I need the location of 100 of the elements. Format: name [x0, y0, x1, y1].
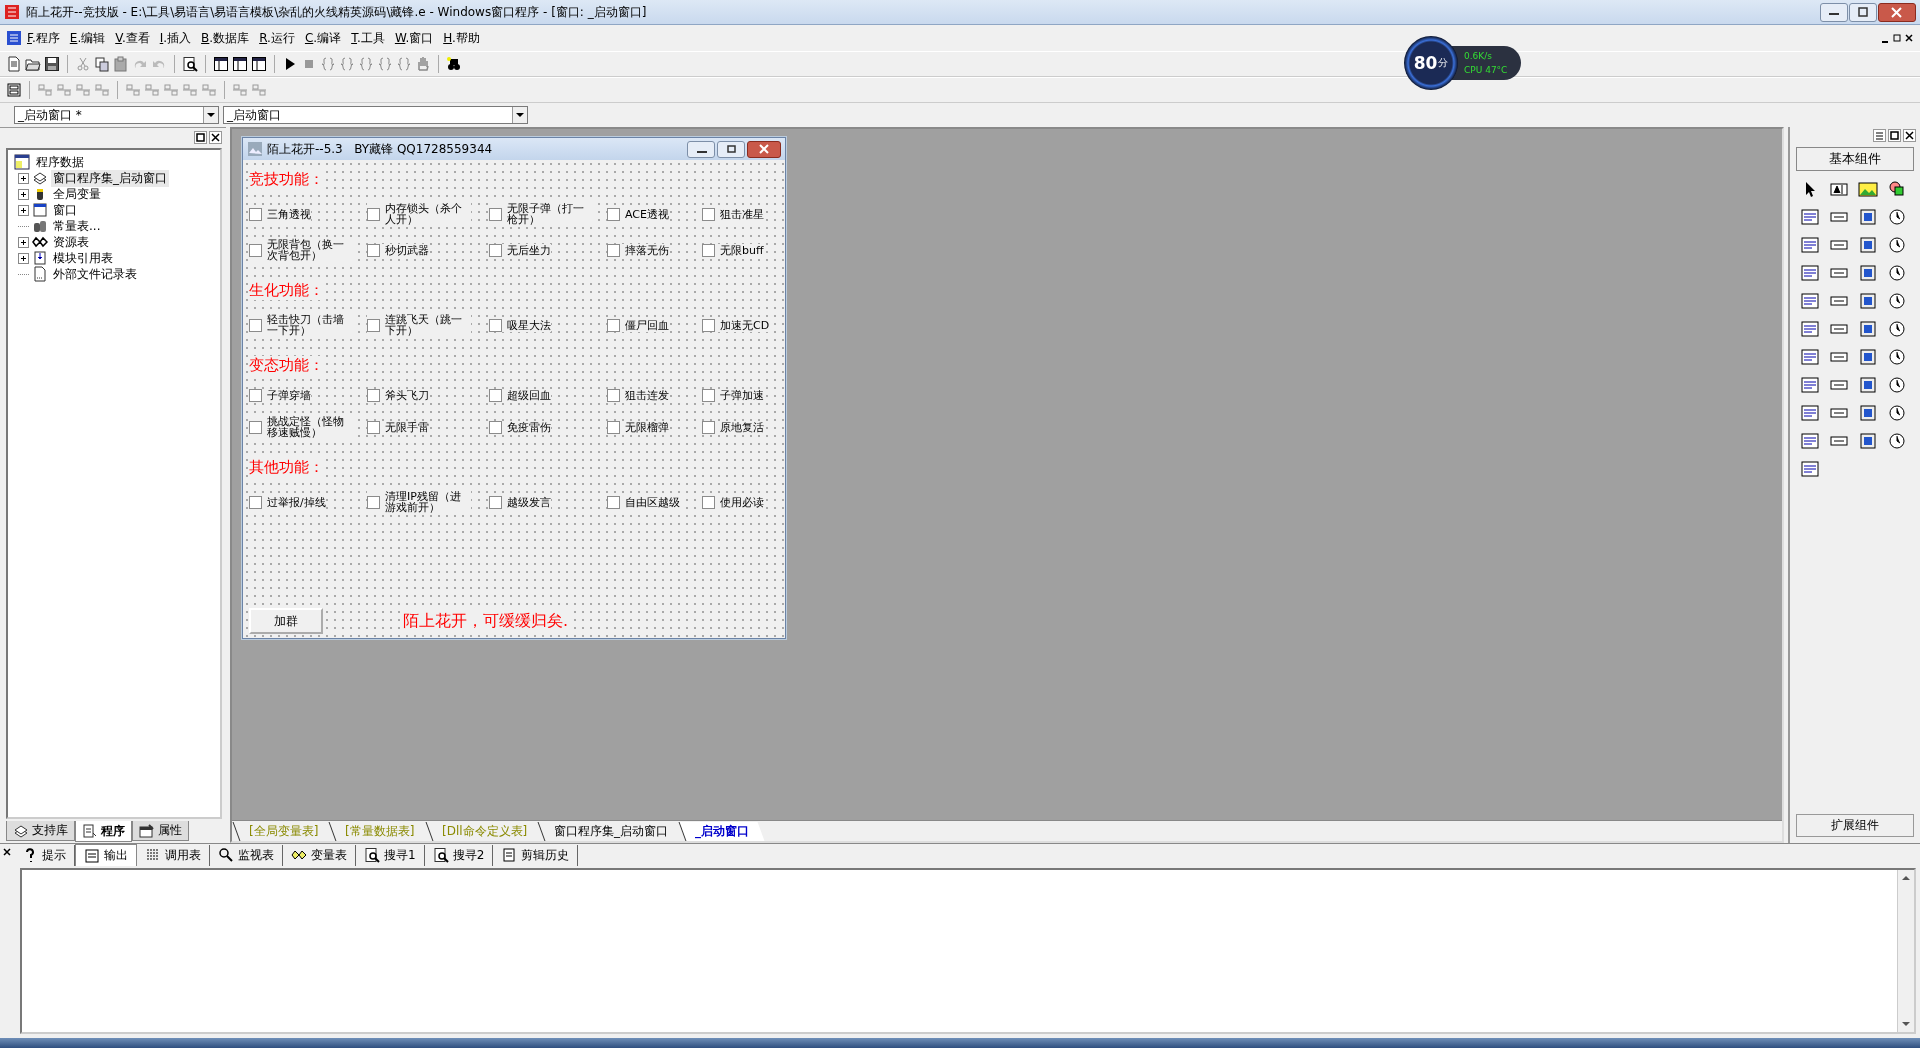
expand-icon[interactable] — [18, 172, 29, 184]
checkbox[interactable] — [249, 495, 262, 509]
tree-item[interactable]: 常量表... — [51, 217, 103, 235]
minimize-icon[interactable] — [687, 140, 715, 158]
scrollbar[interactable] — [1897, 870, 1914, 1032]
menu-item[interactable]: C.编译 — [299, 27, 347, 49]
menu-item[interactable]: T.工具 — [346, 27, 390, 49]
checkbox[interactable] — [367, 318, 380, 332]
checkbox[interactable] — [607, 420, 620, 434]
tree-item[interactable]: 窗口 — [51, 201, 79, 219]
code-icon[interactable] — [339, 56, 355, 72]
component-icon[interactable] — [1858, 403, 1878, 423]
checkbox[interactable] — [489, 207, 502, 221]
save-icon[interactable] — [44, 56, 60, 72]
clipboard-icon[interactable] — [113, 56, 129, 72]
component-icon[interactable] — [1858, 235, 1878, 255]
code-icon[interactable] — [320, 56, 336, 72]
checkbox[interactable] — [249, 389, 262, 402]
menu-item[interactable]: F.程序 — [22, 27, 65, 49]
close-icon[interactable] — [1903, 129, 1916, 142]
tree-item[interactable]: 窗口程序集_启动窗口 — [51, 169, 169, 187]
open-folder-icon[interactable] — [25, 56, 41, 72]
output-tab[interactable]: 剪辑历史 — [493, 844, 579, 866]
component-icon[interactable] — [1858, 291, 1878, 311]
dropdown[interactable]: _启动窗口 — [223, 106, 528, 124]
component-icon[interactable] — [1858, 375, 1878, 395]
close-icon[interactable] — [747, 140, 781, 158]
component-icon[interactable] — [1858, 347, 1878, 367]
output-tab[interactable]: 监视表 — [210, 844, 283, 866]
menu-item[interactable]: W.窗口 — [389, 27, 439, 49]
checkbox[interactable] — [702, 318, 715, 332]
code-icon[interactable] — [358, 56, 374, 72]
component-icon[interactable] — [1887, 431, 1907, 451]
code-icon[interactable] — [396, 56, 412, 72]
menu-item[interactable]: E.编辑 — [64, 27, 111, 49]
checkbox[interactable] — [702, 207, 715, 221]
restore-icon[interactable] — [194, 130, 207, 144]
checkbox[interactable] — [702, 389, 715, 402]
checkbox[interactable] — [702, 420, 715, 434]
checkbox[interactable] — [607, 389, 620, 402]
tree-item[interactable]: 全局变量 — [51, 185, 103, 203]
expand-icon[interactable] — [18, 188, 29, 200]
component-icon[interactable] — [1858, 263, 1878, 283]
menu-item[interactable]: B.数据库 — [196, 27, 255, 49]
expand-icon[interactable] — [18, 252, 29, 264]
menu-item[interactable]: I.插入 — [154, 27, 197, 49]
output-tab[interactable]: 搜寻1 — [356, 844, 425, 866]
component-icon[interactable] — [1887, 375, 1907, 395]
minimize-icon[interactable] — [1820, 2, 1848, 22]
list-icon[interactable] — [1873, 129, 1886, 142]
editor-tab[interactable]: _启动窗口 — [678, 822, 765, 841]
checkbox[interactable] — [702, 495, 715, 509]
expand-icon[interactable] — [18, 236, 29, 248]
find-icon[interactable] — [182, 56, 198, 72]
close-icon[interactable] — [209, 130, 222, 144]
restore-icon[interactable] — [1888, 129, 1901, 142]
dropdown[interactable]: _启动窗口 * — [14, 106, 219, 124]
new-file-icon[interactable] — [6, 56, 22, 72]
close-icon[interactable] — [1878, 2, 1916, 22]
layout-icon[interactable] — [232, 56, 248, 72]
menu-item[interactable]: V.查看 — [110, 27, 155, 49]
shape-icon[interactable] — [1887, 179, 1907, 199]
checkbox[interactable] — [367, 389, 380, 402]
checkbox[interactable] — [367, 420, 380, 434]
checkbox[interactable] — [249, 318, 262, 332]
join-group-button[interactable]: 加群 — [249, 608, 323, 634]
checkbox[interactable] — [489, 420, 502, 434]
output-tab[interactable]: 调用表 — [137, 844, 210, 866]
checkbox[interactable] — [249, 207, 262, 221]
close-icon[interactable] — [1904, 32, 1914, 44]
checkbox[interactable] — [489, 495, 502, 509]
checkbox[interactable] — [489, 243, 502, 257]
tree-item[interactable]: 程序数据 — [34, 153, 86, 171]
output-tab[interactable]: 输出 — [75, 844, 137, 866]
component-icon[interactable] — [1858, 319, 1878, 339]
component-icon[interactable] — [1887, 347, 1907, 367]
checkbox[interactable] — [489, 318, 502, 332]
component-icon[interactable] — [1887, 235, 1907, 255]
layout-icon[interactable] — [251, 56, 267, 72]
tree-item[interactable]: 外部文件记录表 — [51, 265, 139, 283]
code-icon[interactable] — [377, 56, 393, 72]
component-icon[interactable] — [1887, 319, 1907, 339]
checkbox[interactable] — [367, 243, 380, 257]
binoculars-icon[interactable] — [446, 56, 462, 72]
component-icon[interactable] — [1887, 291, 1907, 311]
copy-icon[interactable] — [94, 56, 110, 72]
checkbox[interactable] — [607, 318, 620, 332]
checkbox[interactable] — [249, 243, 262, 257]
restore-icon[interactable] — [1892, 32, 1902, 44]
component-icon[interactable] — [1887, 207, 1907, 227]
panel-tab[interactable]: 程序 — [75, 821, 132, 842]
layout-icon[interactable] — [213, 56, 229, 72]
grid-icon[interactable] — [6, 82, 22, 98]
component-icon[interactable] — [1887, 403, 1907, 423]
checkbox[interactable] — [607, 495, 620, 509]
menu-item[interactable]: R.运行 — [254, 27, 300, 49]
checkbox[interactable] — [489, 389, 502, 402]
component-icon[interactable] — [1858, 431, 1878, 451]
picture-icon[interactable] — [1858, 179, 1878, 199]
close-icon[interactable] — [2, 847, 12, 857]
